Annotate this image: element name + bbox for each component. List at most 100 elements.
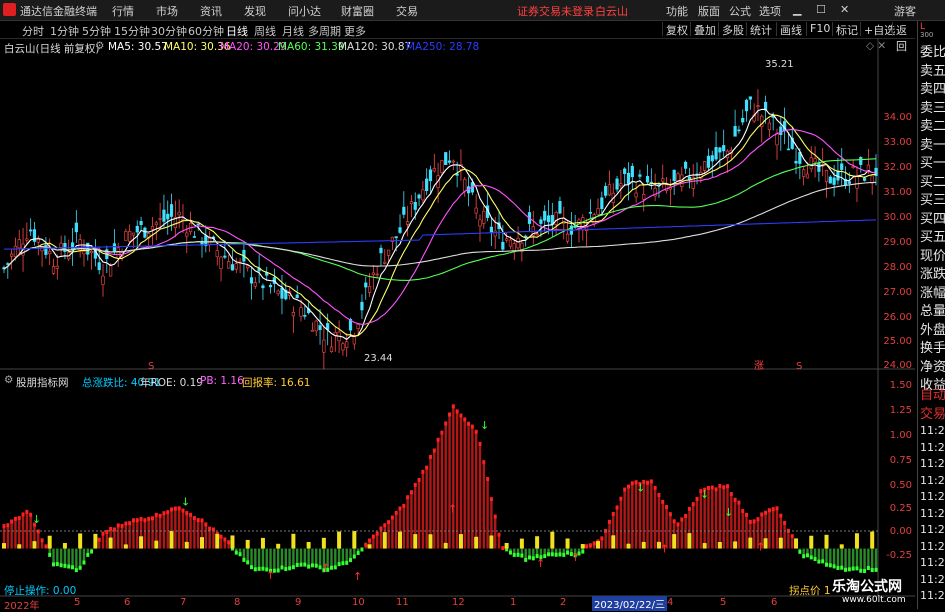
candle-body (178, 212, 181, 215)
sidebar-item[interactable]: 换手 (920, 337, 945, 356)
indicator-bar (654, 488, 656, 549)
candle-body (159, 218, 162, 219)
turning-price-label: 拐点价 1 (789, 583, 831, 598)
indicator-bar (719, 486, 721, 549)
sidebar-item[interactable]: 买三 (920, 189, 945, 208)
indicator-cap (220, 535, 223, 539)
sidebar-item[interactable]: 买四 (920, 208, 945, 227)
indicator-cap (368, 538, 371, 542)
indicator-cap (132, 518, 135, 522)
indicator-cap (357, 551, 360, 555)
indicator-bar (460, 416, 462, 549)
indicator-tick: 1.25 (882, 405, 912, 416)
indicator-bar (64, 549, 66, 566)
indicator-bar (387, 522, 389, 548)
indicator-cap (82, 561, 85, 565)
indicator-cap (433, 448, 436, 452)
indicator-cap (391, 515, 394, 519)
indicator-bar (300, 549, 302, 565)
candle-body (403, 207, 406, 214)
sidebar-item[interactable]: 卖三 (920, 97, 945, 116)
yellow-bar (489, 535, 493, 548)
sidebar-auto-item[interactable]: 交易 (920, 403, 945, 422)
sidebar-item[interactable]: 卖五 (920, 60, 945, 79)
sidebar-item[interactable]: 总量 (920, 300, 945, 319)
candle-body (547, 216, 550, 222)
sidebar-item[interactable]: 现价 (920, 245, 945, 264)
yellow-bar (276, 544, 280, 549)
yellow-bar (474, 537, 478, 549)
indicator-bar (10, 522, 12, 549)
sidebar-item[interactable]: 涨幅 (920, 282, 945, 301)
buy-arrow-icon: ↑ (756, 540, 765, 553)
indicator-cap (741, 509, 744, 513)
indicator-bar (60, 549, 62, 566)
yellow-bar (505, 543, 509, 549)
candle-body (345, 342, 348, 348)
price-tick: 25.00 (882, 336, 912, 347)
sidebar-item[interactable]: 卖二 (920, 115, 945, 134)
candle-body (673, 170, 676, 181)
indicator-bar (448, 414, 450, 548)
sidebar-item[interactable]: 净资 (920, 356, 945, 375)
sidebar-item[interactable]: 卖一 (920, 134, 945, 153)
candle-body (608, 185, 611, 195)
mark-s-1: S (148, 361, 154, 372)
x-tick: 6 (124, 597, 130, 608)
candle-body (395, 237, 398, 238)
sidebar-item[interactable]: 买一 (920, 152, 945, 171)
indicator-cap (688, 507, 691, 511)
indicator-bar (102, 534, 104, 549)
yellow-bar (322, 538, 326, 549)
sidebar-time-item: 11:29 (920, 474, 945, 487)
indicator-bar (132, 520, 134, 548)
sidebar-item[interactable]: 涨跌 (920, 263, 945, 282)
indicator-cap (147, 517, 150, 521)
sidebar-item[interactable]: 委比 (920, 41, 945, 60)
yellow-bar (779, 538, 783, 549)
indicator-cap (185, 511, 188, 515)
indicator-tick: 0.50 (882, 480, 912, 491)
sidebar-corner-number: 300 (920, 31, 933, 39)
indicator-bar (715, 489, 717, 548)
indicator-cap (204, 522, 207, 526)
candle-body (631, 166, 634, 177)
x-tick: 6 (771, 597, 777, 608)
yellow-bar (32, 541, 36, 548)
indicator-cap (410, 490, 413, 494)
sidebar-item[interactable]: 买五 (920, 226, 945, 245)
sidebar-item[interactable]: 外盘 (920, 319, 945, 338)
indicator-bar (147, 519, 149, 549)
yellow-bar (642, 542, 646, 549)
indicator-cap (71, 565, 74, 569)
yellow-bar (93, 534, 97, 549)
indicator-bar (871, 549, 873, 570)
candle-body (376, 274, 379, 275)
candle-body (859, 157, 862, 164)
chart-canvas[interactable]: ↓↓↑↑↑↑↓↑↑↓↑↓↓↑ 35.21 23.44 S 涨 S (0, 0, 915, 609)
candle-body (806, 174, 809, 178)
sidebar-item[interactable]: 买二 (920, 171, 945, 190)
sell-arrow-icon: ↓ (181, 495, 190, 508)
indicator-cap (528, 556, 531, 560)
indicator-cap (558, 552, 561, 556)
indicator-cap (98, 538, 101, 542)
price-tick: 33.00 (882, 137, 912, 148)
sidebar-item[interactable]: 卖四 (920, 78, 945, 97)
sidebar-time-item: 11:29 (920, 424, 945, 437)
indicator-tick: 0.25 (882, 503, 912, 514)
indicator-cap (825, 563, 828, 567)
indicator-bar (277, 549, 279, 571)
indicator-cap (448, 412, 451, 416)
indicator-cap (661, 500, 664, 504)
indicator-cap (159, 514, 162, 518)
yellow-bar (215, 534, 219, 549)
price-tick: 28.00 (882, 262, 912, 273)
yellow-bar (124, 544, 128, 548)
yellow-bar (718, 542, 722, 549)
indicator-cap (852, 567, 855, 571)
indicator-cap (341, 561, 344, 565)
mark-rise: 涨 (754, 360, 764, 372)
indicator-bar (281, 549, 283, 568)
sidebar-auto-item[interactable]: 自动 (920, 384, 945, 403)
